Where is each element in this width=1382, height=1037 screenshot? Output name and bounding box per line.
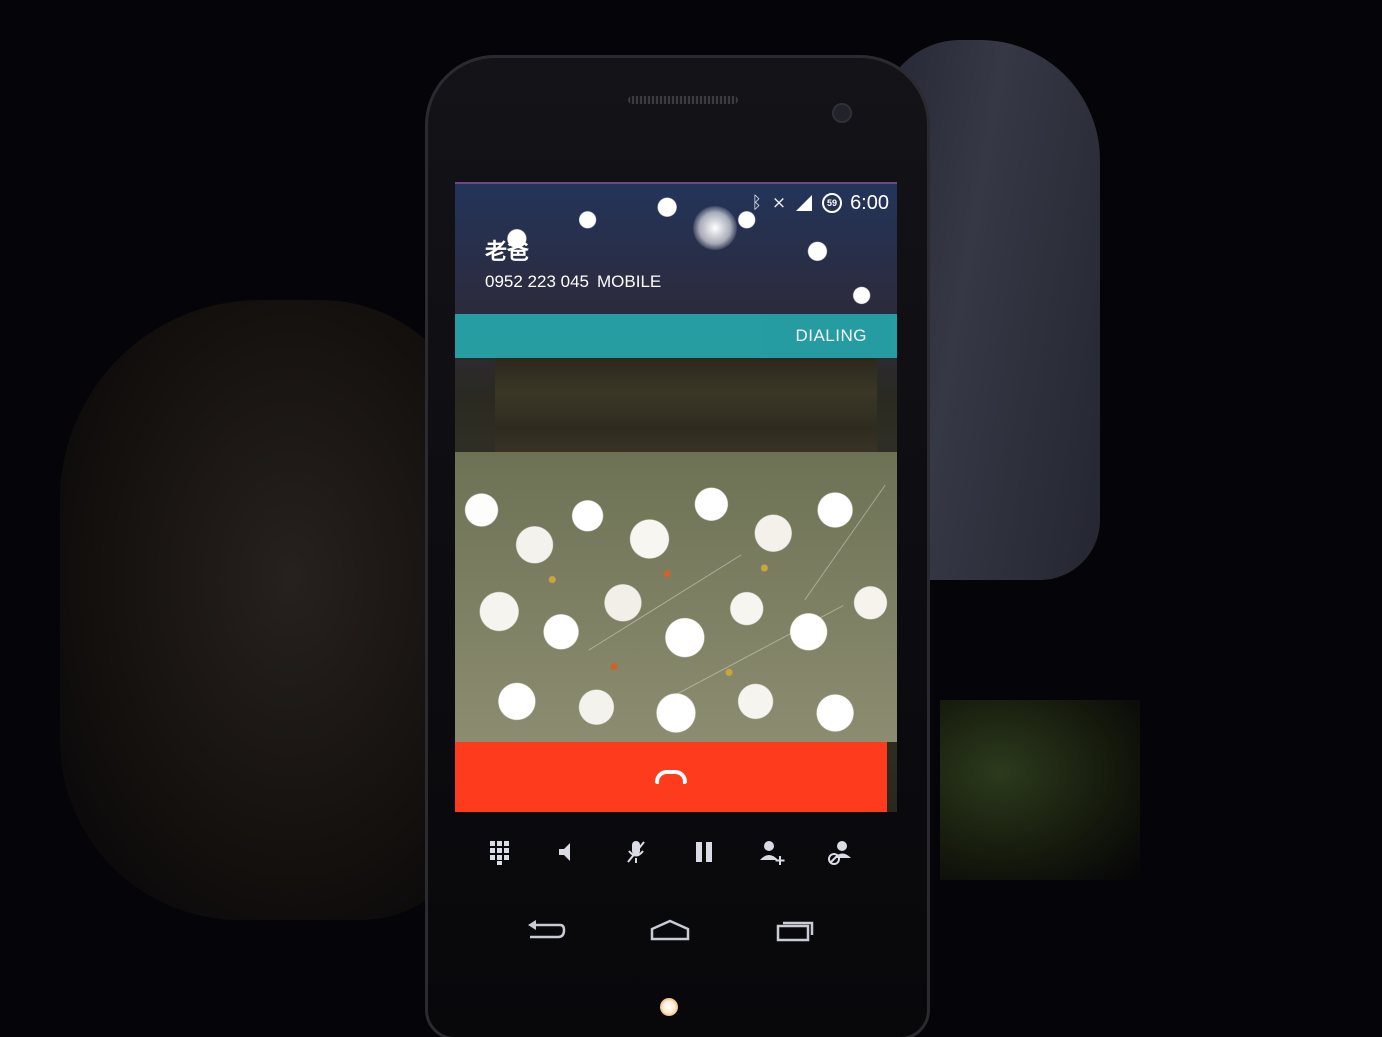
- photo-scene: ᛒ ⨯ 59 6:00 老爸 0952 223 045 MOBILE DIALIN…: [0, 0, 1382, 1037]
- contact-photo-wood: [495, 358, 877, 458]
- navigation-bar: [520, 910, 820, 950]
- recents-button[interactable]: [770, 917, 820, 943]
- add-call-icon: [760, 840, 785, 865]
- battery-icon: 59: [822, 193, 843, 213]
- recents-icon: [776, 921, 814, 942]
- vibrate-icon: ⨯: [771, 193, 787, 212]
- status-clock: 6:00: [850, 191, 889, 214]
- caller-info: 老爸 0952 223 045 MOBILE: [485, 234, 669, 292]
- phone-screen: ᛒ ⨯ 59 6:00 老爸 0952 223 045 MOBILE DIALIN…: [455, 182, 897, 812]
- dialpad-button[interactable]: [480, 838, 520, 873]
- hand-shadow: [60, 300, 480, 920]
- home-button[interactable]: [645, 917, 695, 943]
- mute-button[interactable]: [616, 838, 656, 873]
- signal-icon: [796, 195, 813, 211]
- dialpad-icon: [490, 840, 509, 865]
- home-icon: [650, 919, 690, 941]
- call-status-strip: DIALING: [455, 314, 897, 358]
- in-call-controls: [480, 835, 860, 875]
- back-button[interactable]: [520, 917, 570, 943]
- front-camera: [832, 103, 852, 123]
- status-bar: ᛒ ⨯ 59 6:00: [455, 182, 897, 222]
- end-call-button[interactable]: [455, 742, 887, 812]
- speaker-button[interactable]: [548, 838, 588, 873]
- caller-number: 0952 223 045: [485, 272, 589, 291]
- end-call-icon: [655, 770, 687, 784]
- merge-call-icon: [828, 840, 851, 865]
- hold-button[interactable]: [684, 838, 724, 873]
- back-icon: [528, 920, 566, 939]
- grass: [940, 700, 1140, 880]
- merge-call-button[interactable]: [820, 838, 860, 873]
- caller-number-type: MOBILE: [597, 272, 662, 291]
- call-status: DIALING: [795, 326, 867, 345]
- notification-led: [660, 998, 678, 1016]
- contact-photo-blossoms: [455, 452, 897, 742]
- hold-icon: [696, 841, 712, 862]
- speaker-icon: [559, 842, 570, 861]
- earpiece: [628, 96, 738, 104]
- add-call-button[interactable]: [752, 838, 792, 873]
- mute-icon: [627, 840, 645, 863]
- caller-name: 老爸: [485, 239, 530, 264]
- caller-number-line: 0952 223 045 MOBILE: [485, 272, 669, 292]
- bluetooth-icon: ᛒ: [751, 193, 762, 212]
